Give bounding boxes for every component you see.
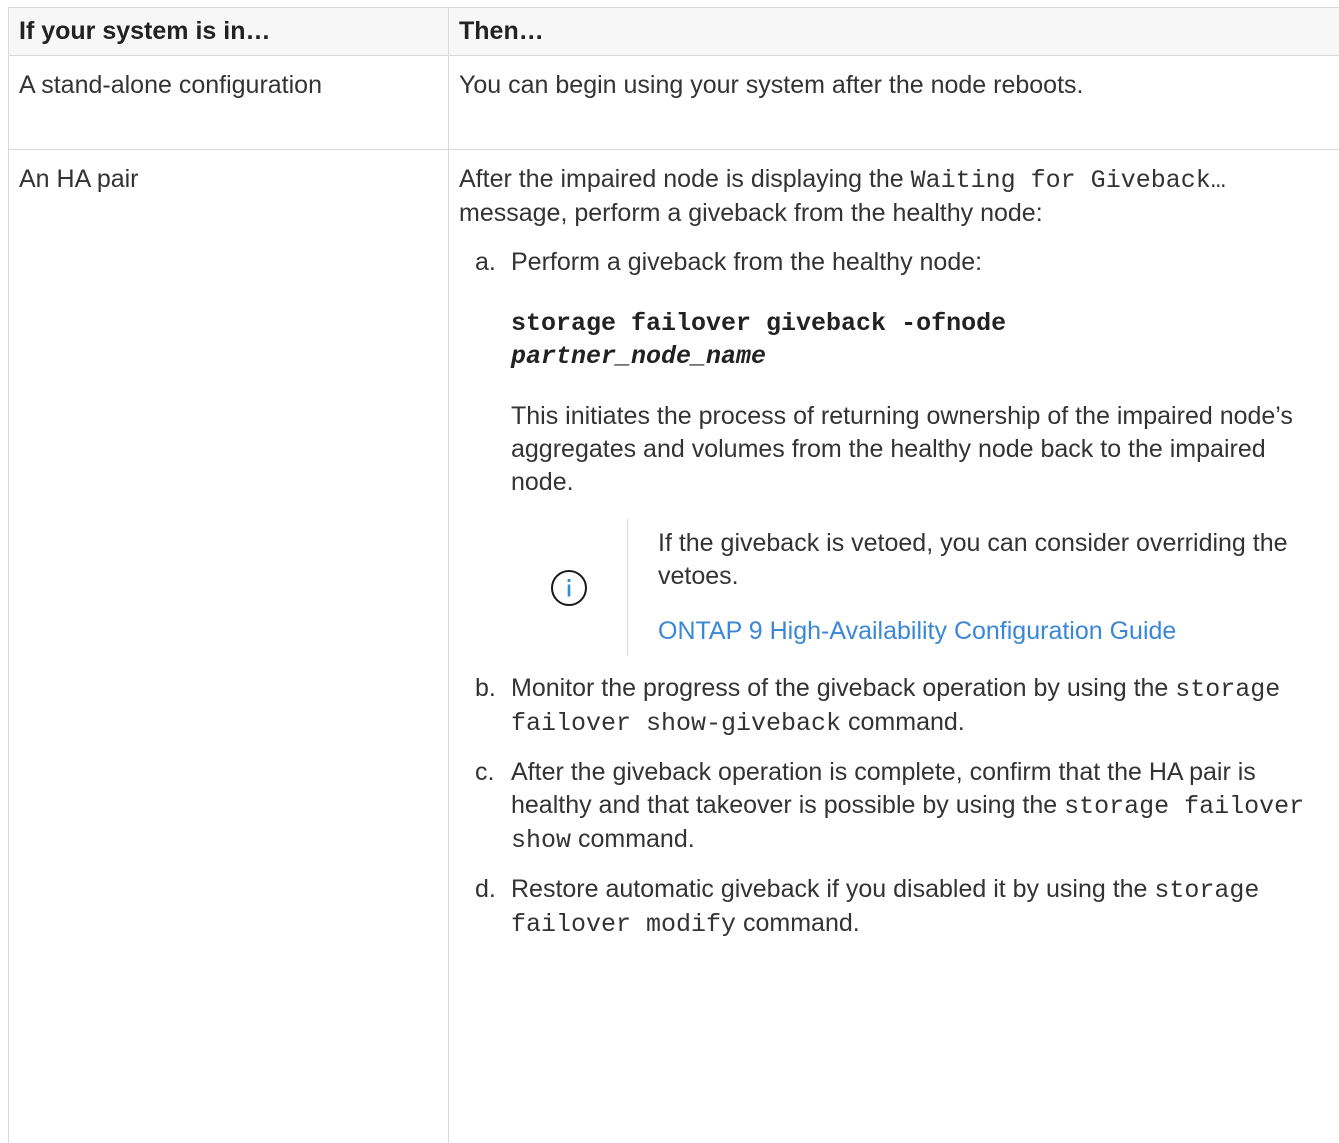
list-marker: a. [475, 246, 496, 279]
note-body: If the giveback is vetoed, you can consi… [627, 519, 1329, 656]
info-circle-icon [511, 569, 627, 607]
step-text: command. [841, 708, 965, 736]
list-item: a. Perform a giveback from the healthy n… [459, 246, 1329, 656]
step-description: This initiates the process of returning … [511, 400, 1329, 499]
command-argument: partner_node_name [511, 340, 1329, 373]
step-text: Restore automatic giveback if you disabl… [511, 875, 1154, 903]
list-marker: c. [475, 756, 494, 789]
note-admonition: If the giveback is vetoed, you can consi… [511, 519, 1329, 656]
header-action: Then… [449, 8, 1339, 56]
step-text: Perform a giveback from the healthy node… [511, 246, 1329, 279]
note-text: If the giveback is vetoed, you can consi… [658, 527, 1329, 593]
list-item: c. After the giveback operation is compl… [459, 756, 1329, 857]
command-block: storage failover giveback -ofnode partne… [511, 307, 1329, 373]
ha-config-guide-link[interactable]: ONTAP 9 High-Availability Configuration … [658, 617, 1176, 645]
command-text: storage failover giveback -ofnode [511, 307, 1329, 340]
intro-text: message, perform a giveback from the hea… [459, 199, 1043, 227]
table-row: An HA pair After the impaired node is di… [9, 150, 1339, 1143]
table-header-row: If your system is in… Then… [9, 8, 1339, 56]
list-marker: b. [475, 672, 496, 705]
header-condition: If your system is in… [9, 8, 449, 56]
intro-text: After the impaired node is displaying th… [459, 165, 911, 193]
step-text: command. [736, 909, 860, 937]
list-item: d. Restore automatic giveback if you dis… [459, 873, 1329, 941]
steps-list: a. Perform a giveback from the healthy n… [459, 246, 1329, 941]
condition-cell: A stand-alone configuration [9, 56, 449, 150]
inline-code: Waiting for Giveback… [911, 166, 1226, 195]
action-cell: After the impaired node is displaying th… [449, 150, 1339, 1143]
action-cell: You can begin using your system after th… [449, 56, 1339, 150]
giveback-table: If your system is in… Then… A stand-alon… [8, 7, 1339, 1143]
list-item: b. Monitor the progress of the giveback … [459, 672, 1329, 740]
step-text: command. [571, 825, 695, 853]
list-marker: d. [475, 873, 496, 906]
step-text: Monitor the progress of the giveback ope… [511, 674, 1175, 702]
table-row: A stand-alone configuration You can begi… [9, 56, 1339, 150]
condition-cell: An HA pair [9, 150, 449, 1143]
intro-paragraph: After the impaired node is displaying th… [459, 163, 1329, 230]
